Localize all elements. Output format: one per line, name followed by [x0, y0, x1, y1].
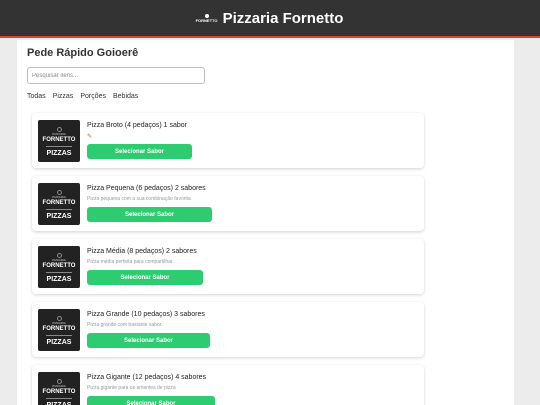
- thumb-small-text: PIZZARIA: [52, 258, 66, 262]
- product-description: Pizza pequena com a sua combinação favor…: [87, 196, 191, 202]
- store-name: Pede Rápido Goioerê: [27, 47, 139, 59]
- product-card[interactable]: PIZZARIA FORNETTO PIZZAS Pizza Broto (4 …: [32, 113, 424, 168]
- tab-pizzas[interactable]: Pizzas: [53, 93, 74, 100]
- thumb-brand: FORNETTO: [42, 200, 76, 206]
- product-card[interactable]: PIZZARIA FORNETTO PIZZAS Pizza Gigante (…: [32, 365, 424, 405]
- product-title: Pizza Grande (10 pedaços) 3 sabores: [87, 311, 205, 318]
- select-flavor-button[interactable]: Selecionar Sabor: [87, 207, 212, 222]
- brand[interactable]: FORNETTO Pizzaria Fornetto: [195, 9, 344, 27]
- thumb-divider: [46, 146, 72, 147]
- product-image: PIZZARIA FORNETTO PIZZAS: [38, 120, 80, 162]
- product-card[interactable]: PIZZARIA FORNETTO PIZZAS Pizza Pequena (…: [32, 176, 424, 231]
- tab-todas[interactable]: Todas: [27, 93, 46, 100]
- pizzeria-logo-icon: FORNETTO: [195, 11, 218, 25]
- product-title: Pizza Pequena (6 pedaços) 2 sabores: [87, 185, 206, 192]
- product-description: Pizza média perfeita para compartilhar.: [87, 259, 174, 265]
- thumb-small-text: PIZZARIA: [52, 195, 66, 199]
- select-flavor-button[interactable]: Selecionar Sabor: [87, 144, 192, 159]
- logo-word: FORNETTO: [195, 17, 218, 23]
- thumb-divider: [46, 335, 72, 336]
- thumb-category: PIZZAS: [46, 213, 72, 220]
- tab-bebidas[interactable]: Bebidas: [113, 93, 138, 100]
- product-card[interactable]: PIZZARIA FORNETTO PIZZAS Pizza Média (8 …: [32, 239, 424, 294]
- product-image: PIZZARIA FORNETTO PIZZAS: [38, 372, 80, 405]
- main-content: Pede Rápido Goioerê Todas Pizzas Porções…: [17, 40, 514, 405]
- product-title: Pizza Média (8 pedaços) 2 sabores: [87, 248, 197, 255]
- thumb-brand: FORNETTO: [42, 137, 76, 143]
- logo-dot: [204, 13, 209, 18]
- thumb-small-text: PIZZARIA: [52, 384, 66, 388]
- product-image: PIZZARIA FORNETTO PIZZAS: [38, 246, 80, 288]
- thumb-brand: FORNETTO: [42, 326, 76, 332]
- select-flavor-button[interactable]: Selecionar Sabor: [87, 333, 210, 348]
- product-description: Pizza grande com bastante sabor.: [87, 322, 163, 328]
- app-title: Pizzaria Fornetto: [222, 9, 344, 27]
- product-card[interactable]: PIZZARIA FORNETTO PIZZAS Pizza Grande (1…: [32, 302, 424, 357]
- product-image: PIZZARIA FORNETTO PIZZAS: [38, 309, 80, 351]
- select-flavor-button[interactable]: Selecionar Sabor: [87, 396, 215, 405]
- tab-porcoes[interactable]: Porções: [80, 93, 106, 100]
- category-tabs: Todas Pizzas Porções Bebidas: [27, 93, 138, 100]
- search-input[interactable]: [27, 67, 205, 84]
- product-title: Pizza Broto (4 pedaços) 1 sabor: [87, 122, 187, 129]
- thumb-divider: [46, 272, 72, 273]
- product-title: Pizza Gigante (12 pedaços) 4 sabores: [87, 374, 207, 381]
- top-header: FORNETTO Pizzaria Fornetto: [0, 0, 540, 38]
- thumb-brand: FORNETTO: [42, 263, 76, 269]
- thumb-small-text: PIZZARIA: [52, 132, 66, 136]
- thumb-category: PIZZAS: [46, 150, 72, 157]
- thumb-category: PIZZAS: [46, 339, 72, 346]
- thumb-category: PIZZAS: [46, 276, 72, 283]
- product-description: Pizza gigante para os amantes de pizza: [87, 385, 176, 391]
- thumb-divider: [46, 209, 72, 210]
- product-image: PIZZARIA FORNETTO PIZZAS: [38, 183, 80, 225]
- thumb-brand: FORNETTO: [42, 389, 76, 395]
- edit-mark-icon: ✎: [87, 134, 93, 140]
- thumb-divider: [46, 398, 72, 399]
- select-flavor-button[interactable]: Selecionar Sabor: [87, 270, 203, 285]
- thumb-small-text: PIZZARIA: [52, 321, 66, 325]
